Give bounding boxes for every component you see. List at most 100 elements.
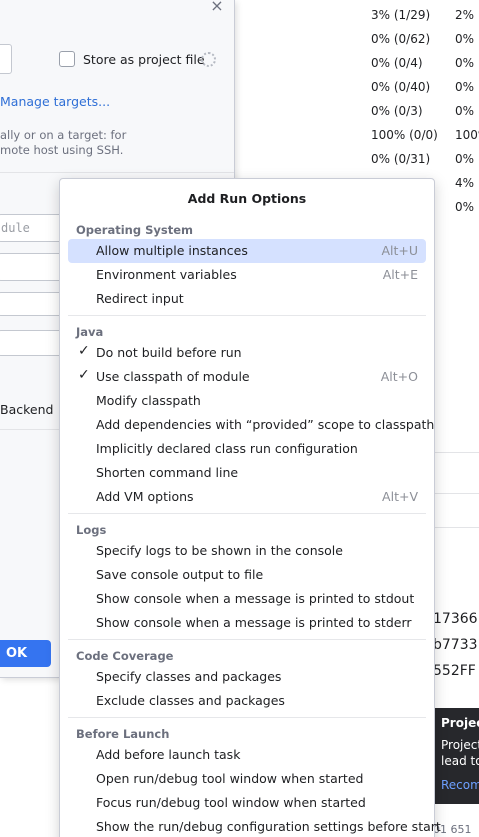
coverage-cell: 4% [455,176,475,190]
popup-title: Add Run Options [187,191,307,206]
option-allow-multiple-instances[interactable]: Allow multiple instances Alt+U [68,239,426,263]
option-add-vm-options[interactable]: Add VM options Alt+V [68,485,426,509]
option-show-console-stdout[interactable]: Show console when a message is printed t… [68,587,426,611]
hint-text: mote host using SSH. [0,143,124,157]
option-use-classpath-of-module[interactable]: ✓ Use classpath of module Alt+O [68,365,426,389]
option-do-not-build[interactable]: ✓ Do not build before run [68,341,426,365]
coverage-cell: 0% (0/3) [371,104,423,118]
option-specify-classes[interactable]: Specify classes and packages [68,665,426,689]
coverage-cell: 0% (0/40) [371,80,431,94]
coverage-cell: 0% [455,56,475,70]
section-before-launch: Before Launch [76,727,170,741]
option-label: Exclude classes and packages [96,693,285,708]
divider [68,639,426,640]
option-modify-classpath[interactable]: Modify classpath [68,389,426,413]
option-label: Environment variables [96,267,237,282]
option-label: Show console when a message is printed t… [96,615,412,630]
option-open-tool-window[interactable]: Open run/debug tool window when started [68,767,426,791]
checkmark-icon: ✓ [78,343,90,359]
option-label: Use classpath of module [96,369,250,384]
divider [435,452,479,453]
divider [68,513,426,514]
module-placeholder: dule [1,221,30,235]
coverage-cell: 0% (0/31) [371,152,431,166]
divider [0,429,60,430]
divider [435,493,479,494]
manage-targets-link[interactable]: Manage targets... [0,94,110,109]
option-label: Allow multiple instances [96,243,248,258]
option-label: Show the run/debug configuration setting… [96,819,441,834]
option-exclude-classes[interactable]: Exclude classes and packages [68,689,426,713]
option-focus-tool-window[interactable]: Focus run/debug tool window when started [68,791,426,815]
checkmark-icon: ✓ [78,367,90,383]
option-label: Open run/debug tool window when started [96,771,364,786]
backend-value: Backend [0,402,54,417]
module-field[interactable]: dule [0,214,62,242]
option-shortcut: Alt+E [382,267,418,282]
store-project-checkbox[interactable] [59,51,75,67]
coverage-cell: 2% [455,8,475,22]
option-implicit-class[interactable]: Implicitly declared class run configurat… [68,437,426,461]
option-label: Redirect input [96,291,184,306]
hash-text: 552FF [433,663,476,679]
tooltip-text: lead to [441,754,479,768]
ok-button[interactable]: OK [0,640,51,667]
option-show-settings-before-start[interactable]: Show the run/debug configuration setting… [68,815,441,837]
add-run-options-popup: Add Run Options Operating System Allow m… [59,178,441,837]
option-label: Add VM options [96,489,194,504]
divider [68,717,426,718]
hash-text: b7733 [433,637,478,653]
option-shortcut: Alt+O [380,369,418,384]
option-save-console[interactable]: Save console output to file [68,563,426,587]
option-label: Add dependencies with “provided” scope t… [96,417,435,432]
option-add-before-launch-task[interactable]: Add before launch task [68,743,426,767]
option-shortcut: Alt+V [382,489,418,504]
program-args-field[interactable] [0,330,62,356]
divider [0,172,234,173]
section-logs: Logs [76,523,107,537]
coverage-cell: 0% [455,104,475,118]
coverage-cell: 0% [455,152,475,166]
tooltip-text: Project [441,738,479,752]
option-logs-console[interactable]: Specify logs to be shown in the console [68,539,426,563]
coverage-cell: 100% [455,128,479,142]
section-java: Java [76,325,104,339]
option-shortcut: Alt+U [381,243,418,258]
option-label: Show console when a message is printed t… [96,591,415,606]
tooltip-title: Projec [441,716,479,730]
coverage-cell: 0% [455,32,475,46]
notification-tooltip: Projec Project lead to Recom [434,708,479,804]
coverage-cell: 3% (1/29) [371,8,431,22]
hint-text: ally or on a target: for [0,128,127,142]
gear-icon[interactable] [201,52,216,67]
coverage-cell: 0% (0/4) [371,56,423,70]
divider [435,527,479,528]
option-label: Add before launch task [96,747,241,762]
coverage-cell: 0% [455,80,475,94]
option-environment-variables[interactable]: Environment variables Alt+E [68,263,426,287]
option-show-console-stderr[interactable]: Show console when a message is printed t… [68,611,426,635]
store-project-label: Store as project file [83,52,205,67]
main-class-field[interactable] [0,253,62,281]
option-label: Shorten command line [96,465,239,480]
tooltip-link[interactable]: Recom [441,778,479,792]
coverage-cell: 100% (0/0) [371,128,438,142]
option-label: Implicitly declared class run configurat… [96,441,358,456]
option-label: Focus run/debug tool window when started [96,795,366,810]
section-operating-system: Operating System [76,223,194,237]
option-shorten-command-line[interactable]: Shorten command line [68,461,426,485]
hash-text: 17366 [433,611,478,627]
vm-options-field[interactable] [0,292,62,316]
divider [68,315,426,316]
option-label: Specify logs to be shown in the console [96,543,343,558]
option-label: Modify classpath [96,393,201,408]
option-redirect-input[interactable]: Redirect input [68,287,426,311]
name-field[interactable] [0,44,12,74]
option-label: Save console output to file [96,567,264,582]
close-icon[interactable]: × [209,0,225,14]
coverage-cell: 0% [455,200,475,214]
option-label: Do not build before run [96,345,242,360]
coverage-cell: 0% (0/62) [371,32,431,46]
option-provided-scope[interactable]: Add dependencies with “provided” scope t… [68,413,434,437]
section-code-coverage: Code Coverage [76,649,174,663]
